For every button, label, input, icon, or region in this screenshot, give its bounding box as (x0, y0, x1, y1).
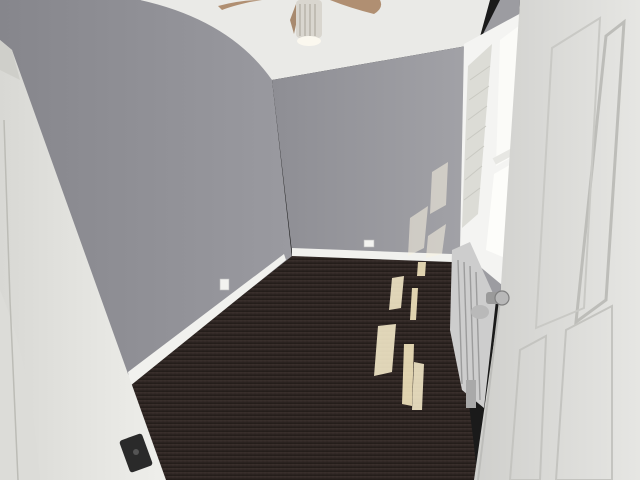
back-wall (272, 44, 478, 260)
electrical-outlet-icon (219, 278, 230, 291)
room-photo (0, 0, 640, 480)
door-knob-icon (486, 290, 510, 306)
electrical-outlet-icon (363, 239, 375, 248)
room-illustration (0, 0, 640, 480)
